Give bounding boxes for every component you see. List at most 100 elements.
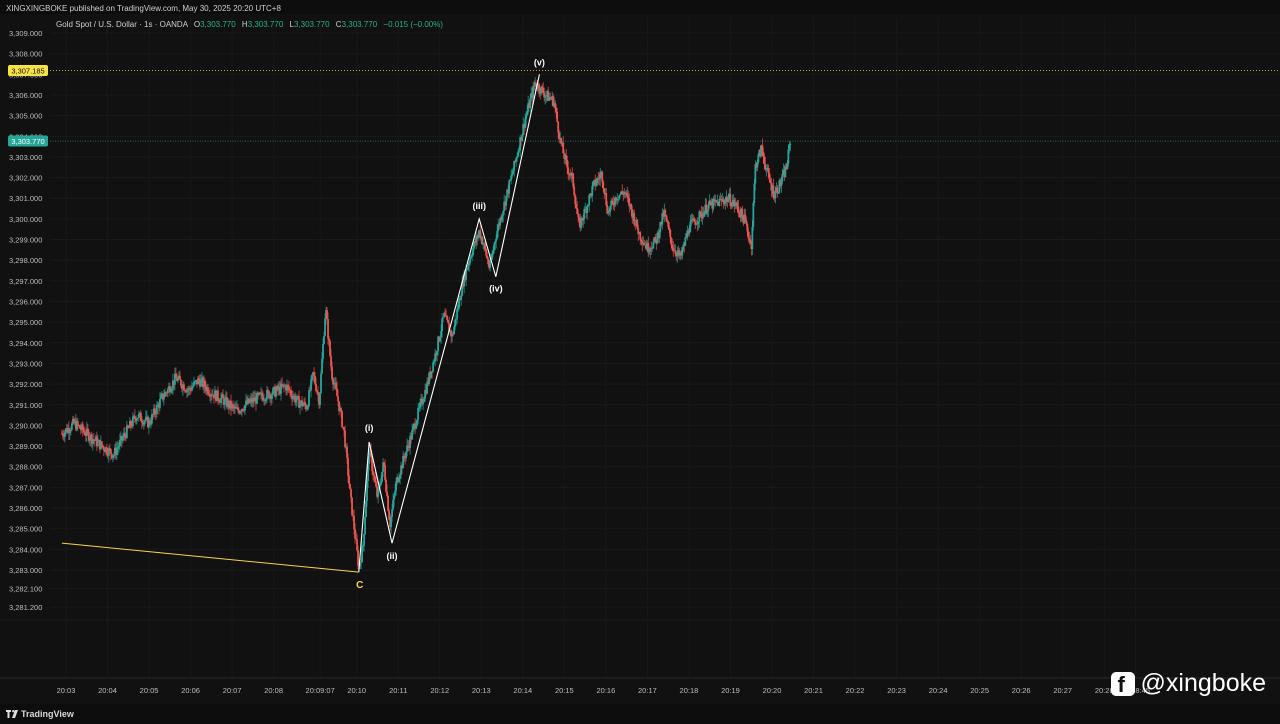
candle-body [432, 362, 435, 372]
candle-body [183, 384, 185, 391]
candle-body [538, 84, 541, 92]
symbol-title[interactable]: Gold Spot / U.S. Dollar · 1s · OANDA [56, 20, 188, 29]
price-tick-label: 3,300.000 [9, 215, 42, 224]
watermark-handle: @xingboke [1140, 669, 1266, 697]
candle-body [724, 200, 727, 204]
candle-body [321, 358, 323, 374]
tradingview-brand[interactable]: TradingView [21, 709, 74, 719]
candle-body [405, 451, 407, 459]
candle-body [107, 448, 110, 456]
candle-body [331, 366, 333, 379]
candle-body [344, 430, 346, 448]
candle-body [304, 402, 306, 406]
candle-body [406, 445, 408, 452]
candle-body [133, 415, 136, 419]
candle-body [306, 408, 308, 410]
marker-price-badge: 3,307.185 [11, 66, 44, 75]
candle-body [131, 416, 134, 426]
candle-body [390, 516, 392, 528]
candle-body [289, 390, 291, 391]
candle-body [703, 211, 706, 217]
time-tick-label: 20:25 [970, 686, 989, 695]
candlestick-chart[interactable]: 3,309.0003,308.0003,307.0003,306.0003,30… [0, 14, 1280, 704]
time-tick-label: 20:13 [472, 686, 491, 695]
candle-body [456, 309, 459, 320]
candle-body [352, 515, 354, 517]
candle-body [513, 160, 516, 171]
candle-body [374, 476, 376, 483]
candle-body [487, 258, 490, 265]
candle-body [419, 402, 422, 408]
candle-body [583, 209, 586, 220]
candle-body [634, 224, 637, 226]
candle-body [100, 441, 103, 446]
candle-body [517, 151, 520, 157]
chart-panel[interactable]: 3,309.0003,308.0003,307.0003,306.0003,30… [0, 14, 1280, 704]
candle-body [502, 211, 505, 216]
candle-body [416, 419, 418, 426]
time-tick-label: 20:12 [430, 686, 449, 695]
candle-body [208, 393, 210, 395]
candle-body [486, 255, 489, 259]
watermark: f @xingboke [1110, 669, 1266, 698]
candle-body [457, 307, 460, 310]
candle-body [440, 331, 443, 337]
candle-body [112, 454, 115, 456]
candle-body [317, 392, 319, 395]
candle-body [364, 517, 366, 535]
time-tick-label: 20:18 [680, 686, 699, 695]
candle-body [170, 390, 172, 393]
candle-body [575, 204, 578, 209]
grid [0, 18, 1280, 678]
price-tick-label: 3,306.000 [9, 91, 42, 100]
candle-body [70, 423, 73, 430]
candle-body [336, 388, 338, 397]
candle-body [505, 195, 508, 206]
candle-body [207, 386, 209, 394]
candle-body [681, 249, 684, 256]
candle-body [471, 255, 474, 257]
price-tick-label: 3,296.000 [9, 298, 42, 307]
price-tick-label: 3,305.000 [9, 112, 42, 121]
candle-body [323, 335, 325, 344]
candle-body [489, 259, 492, 268]
candle-body [753, 183, 756, 203]
candle-body [287, 385, 289, 387]
candle-body [159, 398, 161, 408]
candle-body [179, 375, 181, 380]
time-tick-label: 20:04 [98, 686, 117, 695]
candle-body [180, 379, 182, 386]
price-tick-label: 3,292.000 [9, 380, 42, 389]
candle-body [472, 247, 475, 256]
candle-body [288, 386, 290, 391]
price-tick-label: 3,309.000 [9, 29, 42, 38]
candle-body [545, 95, 548, 97]
candle-body [518, 150, 521, 152]
time-tick-label: 20:08 [264, 686, 283, 695]
candle-body [337, 396, 339, 402]
candle-body [684, 237, 687, 246]
price-tick-label: 3,289.000 [9, 442, 42, 451]
candle-body [351, 497, 353, 516]
candle-body [267, 390, 269, 392]
candle-body [578, 217, 581, 221]
candle-body [96, 441, 99, 446]
candle-body [392, 499, 394, 510]
candle-body [447, 320, 450, 324]
candle-body [143, 421, 145, 425]
candle-body [491, 253, 494, 260]
candle-body [736, 202, 739, 207]
candle-body [395, 481, 397, 491]
candle-body [403, 455, 405, 458]
candle-body [751, 226, 754, 249]
candle-body [626, 192, 629, 197]
time-tick-label: 20:14 [513, 686, 532, 695]
candle-body [643, 242, 646, 245]
candle-body [576, 208, 579, 215]
candle-body [587, 205, 590, 206]
candle-body [439, 336, 442, 342]
time-axis: 20:03 20:04 20:05 20:06 20:07 20:08 20:09:07 20… [0, 677, 1280, 704]
time-tick-label: 20:09:07 [306, 686, 335, 695]
tradingview-logo-icon[interactable] [6, 710, 18, 718]
candle-body [706, 211, 709, 214]
